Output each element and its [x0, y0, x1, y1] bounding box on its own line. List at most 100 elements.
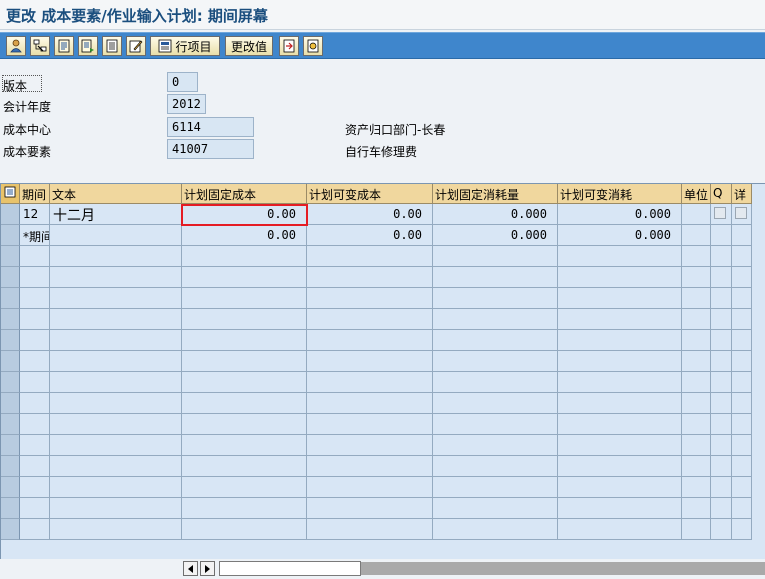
table-cell[interactable] — [182, 414, 307, 435]
table-cell[interactable] — [558, 267, 682, 288]
table-cell[interactable] — [558, 519, 682, 540]
table-cell[interactable] — [732, 351, 752, 372]
table-cell-unit[interactable] — [682, 204, 711, 225]
table-cell-plan-variable-qty[interactable]: 0.000 — [558, 204, 682, 225]
edit-button[interactable] — [126, 36, 146, 56]
table-cell[interactable] — [307, 372, 433, 393]
table-cell[interactable] — [182, 372, 307, 393]
fiscal-year-field[interactable]: 2012 — [167, 94, 206, 114]
table-cell[interactable] — [433, 477, 558, 498]
table-cell[interactable] — [558, 351, 682, 372]
row-selector[interactable] — [1, 351, 20, 372]
row-items-button[interactable]: 行项目 — [150, 36, 220, 56]
table-cell[interactable] — [558, 393, 682, 414]
table-cell[interactable] — [711, 477, 732, 498]
table-cell[interactable] — [558, 246, 682, 267]
table-cell[interactable] — [732, 372, 752, 393]
table-cell[interactable] — [20, 351, 50, 372]
table-cell[interactable] — [732, 456, 752, 477]
table-cell[interactable] — [307, 477, 433, 498]
table-cell[interactable] — [20, 519, 50, 540]
row-selector[interactable] — [1, 246, 20, 267]
table-cell[interactable] — [732, 309, 752, 330]
table-cell[interactable] — [182, 435, 307, 456]
table-cell[interactable] — [732, 519, 752, 540]
table-cell[interactable] — [732, 330, 752, 351]
table-cell[interactable] — [50, 456, 182, 477]
table-cell[interactable] — [558, 435, 682, 456]
table-cell[interactable] — [682, 351, 711, 372]
table-cell[interactable] — [732, 414, 752, 435]
table-cell[interactable] — [682, 288, 711, 309]
row-selector[interactable] — [1, 372, 20, 393]
table-cell[interactable] — [433, 519, 558, 540]
table-cell[interactable] — [558, 477, 682, 498]
row-selector[interactable] — [1, 225, 20, 246]
table-cell[interactable] — [682, 330, 711, 351]
table-cell-plan-fixed-cost[interactable]: 0.00 — [182, 225, 307, 246]
version-field[interactable]: 0 — [167, 72, 198, 92]
row-selector[interactable] — [1, 519, 20, 540]
document-list-button[interactable] — [102, 36, 122, 56]
table-cell[interactable] — [711, 519, 732, 540]
table-cell[interactable] — [182, 288, 307, 309]
table-cell[interactable] — [307, 456, 433, 477]
table-cell[interactable] — [711, 330, 732, 351]
table-cell[interactable] — [732, 498, 752, 519]
table-cell[interactable] — [433, 414, 558, 435]
column-header-unit[interactable]: 单位 — [682, 184, 711, 204]
table-cell[interactable] — [558, 456, 682, 477]
row-selector[interactable] — [1, 309, 20, 330]
table-cell[interactable] — [682, 456, 711, 477]
table-cell[interactable] — [50, 393, 182, 414]
table-cell[interactable] — [50, 309, 182, 330]
table-cell[interactable] — [182, 519, 307, 540]
table-cell[interactable] — [711, 267, 732, 288]
table-cell[interactable] — [711, 309, 732, 330]
table-cell[interactable] — [307, 246, 433, 267]
table-cell[interactable] — [682, 519, 711, 540]
table-cell[interactable] — [558, 372, 682, 393]
table-cell[interactable] — [20, 267, 50, 288]
column-header-text[interactable]: 文本 — [50, 184, 182, 204]
table-cell[interactable] — [682, 393, 711, 414]
column-header-period[interactable]: 期间 — [20, 184, 50, 204]
table-cell[interactable] — [732, 393, 752, 414]
table-cell[interactable] — [50, 267, 182, 288]
table-cell[interactable] — [433, 435, 558, 456]
row-selector[interactable] — [1, 330, 20, 351]
table-cell[interactable] — [682, 477, 711, 498]
document-button[interactable] — [54, 36, 74, 56]
table-cell[interactable] — [711, 372, 732, 393]
detail-checkbox[interactable] — [735, 207, 747, 219]
table-cell[interactable] — [50, 246, 182, 267]
table-cell[interactable] — [182, 309, 307, 330]
scroll-left-button[interactable] — [183, 561, 198, 576]
table-cell[interactable] — [307, 435, 433, 456]
table-cell[interactable] — [20, 309, 50, 330]
row-selector[interactable] — [1, 414, 20, 435]
table-cell[interactable] — [20, 330, 50, 351]
transfer-button[interactable] — [279, 36, 299, 56]
table-cell[interactable] — [20, 246, 50, 267]
table-cell[interactable] — [182, 267, 307, 288]
table-cell[interactable] — [182, 351, 307, 372]
table-cell[interactable] — [182, 498, 307, 519]
table-cell[interactable] — [307, 267, 433, 288]
change-values-button[interactable]: 更改值 — [225, 36, 273, 56]
row-selector[interactable] — [1, 456, 20, 477]
horizontal-scrollbar[interactable] — [0, 559, 765, 579]
table-cell[interactable] — [732, 477, 752, 498]
table-cell[interactable] — [307, 519, 433, 540]
table-cell[interactable] — [711, 351, 732, 372]
table-cell[interactable] — [732, 288, 752, 309]
table-cell[interactable] — [182, 330, 307, 351]
table-cell[interactable] — [711, 456, 732, 477]
column-header-plan-fixed-qty[interactable]: 计划固定消耗量 — [433, 184, 558, 204]
table-cell[interactable] — [50, 519, 182, 540]
table-cell[interactable] — [558, 414, 682, 435]
table-cell[interactable] — [433, 372, 558, 393]
table-cell[interactable] — [307, 351, 433, 372]
table-cell[interactable] — [433, 393, 558, 414]
table-cell[interactable] — [711, 393, 732, 414]
